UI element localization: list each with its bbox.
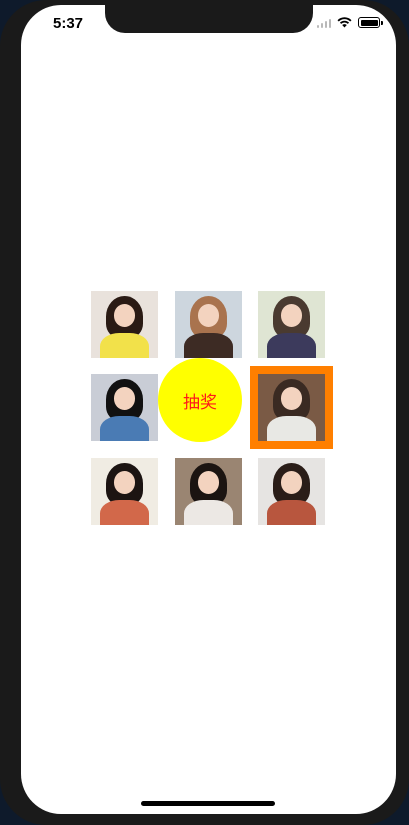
notch [105,5,313,33]
prize-photo-9[interactable] [258,458,325,525]
photo-7 [91,458,158,525]
prize-photo-4[interactable] [91,374,158,441]
prize-photo-8[interactable] [175,458,242,525]
photo-3 [258,291,325,358]
status-time: 5:37 [53,15,84,32]
home-indicator[interactable] [141,801,275,806]
draw-button-label: 抽奖 [183,392,217,413]
signal-icon [316,18,331,28]
photo-9 [258,458,325,525]
app-screen: 5:37 抽奖 [21,5,396,814]
photo-6 [258,374,325,441]
status-icons [316,17,383,28]
prize-photo-3[interactable] [258,291,325,358]
photo-1 [91,291,158,358]
battery-icon [358,17,383,28]
prize-photo-selected[interactable] [250,366,333,449]
lottery-grid: 抽奖 [91,291,333,525]
draw-button[interactable]: 抽奖 [158,358,242,442]
photo-8 [175,458,242,525]
photo-2 [175,291,242,358]
prize-photo-7[interactable] [91,458,158,525]
photo-4 [91,374,158,441]
prize-photo-1[interactable] [91,291,158,358]
wifi-icon [337,17,352,28]
prize-photo-2[interactable] [175,291,242,358]
phone-frame: 5:37 抽奖 [0,0,409,825]
